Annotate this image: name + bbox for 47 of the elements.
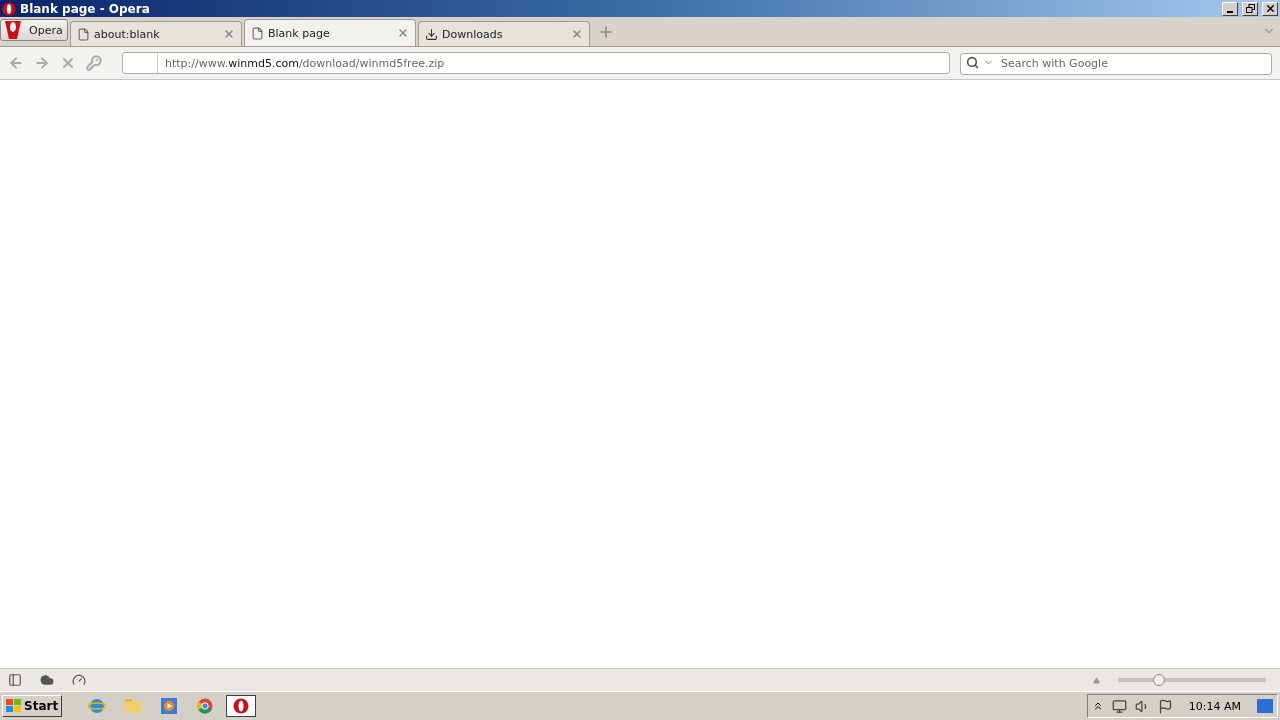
opera-menu-button[interactable]: Opera — [0, 19, 68, 41]
stop-icon[interactable] — [60, 55, 76, 71]
slider-thumb[interactable] — [1153, 674, 1166, 686]
play-icon — [161, 698, 178, 714]
taskbar-app[interactable] — [226, 695, 257, 717]
page-icon — [77, 27, 90, 41]
zoom-up-icon[interactable] — [1093, 676, 1100, 684]
browser-tab[interactable]: about:blank — [70, 21, 242, 46]
cloud-icon[interactable] — [40, 673, 54, 687]
close-icon[interactable] — [571, 28, 583, 40]
browser-icon — [197, 698, 214, 714]
key-icon[interactable] — [86, 55, 102, 71]
browser-tab[interactable]: Downloads — [418, 21, 590, 46]
new-tab-icon[interactable] — [598, 24, 614, 40]
url-text: http://www.winmd5.com/download/winmd5free.zip — [164, 56, 445, 70]
page-icon — [251, 26, 264, 40]
close-icon — [1264, 3, 1276, 14]
start-button[interactable]: Start — [2, 695, 63, 717]
opera-icon — [233, 698, 250, 714]
windows-logo-icon — [6, 699, 22, 713]
opera-logo-icon — [3, 21, 23, 39]
flag-icon[interactable] — [1157, 698, 1173, 714]
globe-icon — [88, 697, 107, 715]
tab-label: Downloads — [442, 27, 504, 41]
minimize-button[interactable] — [1222, 1, 1238, 16]
download-icon — [425, 27, 438, 41]
close-button[interactable] — [1262, 1, 1278, 16]
folder-icon — [124, 698, 143, 714]
search-icon[interactable] — [966, 56, 979, 69]
opera-icon — [2, 1, 16, 16]
network-icon[interactable] — [1111, 698, 1127, 714]
close-icon[interactable] — [397, 27, 409, 39]
clock: 10:14 AM — [1188, 699, 1241, 713]
forward-icon[interactable] — [34, 55, 50, 71]
window-title: Blank page - Opera — [20, 1, 151, 16]
tab-label: about:blank — [94, 27, 161, 41]
browser-tab[interactable]: Blank page — [244, 19, 416, 46]
tab-label: Blank page — [268, 26, 331, 40]
minimize-icon — [1227, 10, 1233, 13]
gauge-icon[interactable] — [72, 673, 86, 687]
restore-icon — [1245, 4, 1255, 13]
close-icon[interactable] — [223, 28, 235, 40]
panel-icon[interactable] — [8, 673, 22, 687]
address-field[interactable]: http://www.winmd5.com/download/winmd5free.zip — [122, 52, 950, 74]
back-icon[interactable] — [8, 55, 24, 71]
restore-button[interactable] — [1242, 1, 1258, 16]
search-field[interactable]: Search with Google — [960, 52, 1272, 75]
